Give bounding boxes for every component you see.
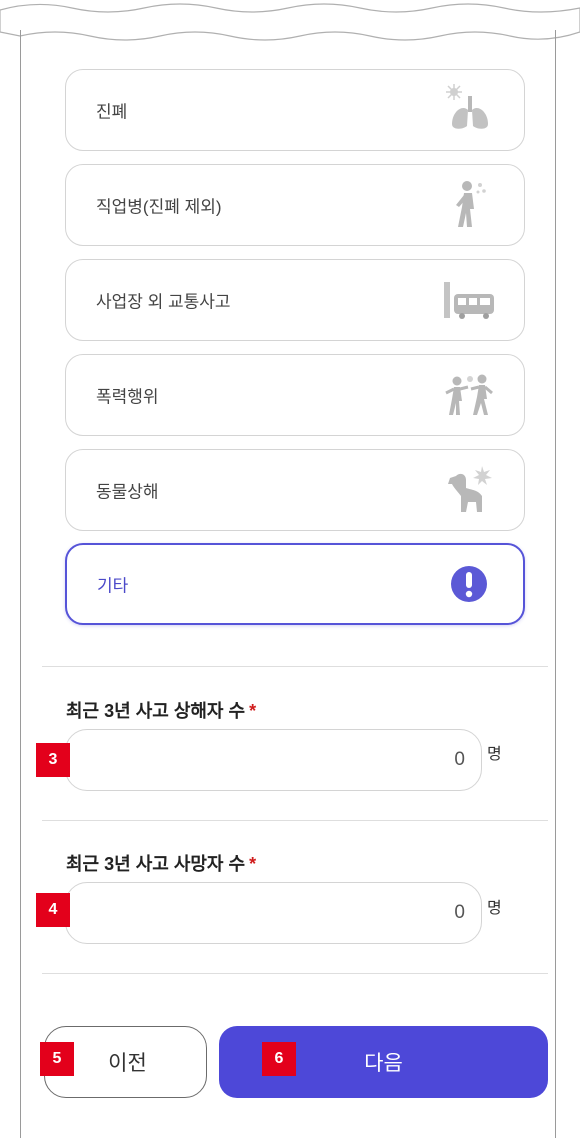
death-count-input[interactable]: 0: [65, 882, 482, 944]
option-label: 폭력행위: [96, 387, 159, 407]
option-card-pneumoconiosis[interactable]: 진폐: [65, 69, 525, 151]
lungs-icon: [446, 84, 488, 129]
input-value: 0: [454, 749, 465, 770]
option-label: 진폐: [96, 102, 128, 122]
option-card-animal-injury[interactable]: 동물상해: [65, 449, 525, 531]
section-divider: [42, 973, 548, 974]
annotation-tag-6: 6: [262, 1042, 296, 1076]
annotation-tag-4: 4: [36, 893, 70, 927]
section-divider: [42, 820, 548, 821]
unit-label: 명: [487, 900, 502, 917]
annotation-tag-5: 5: [40, 1042, 74, 1076]
option-card-other[interactable]: 기타: [65, 543, 525, 625]
exclamation-icon: [451, 566, 487, 602]
option-label: 기타: [97, 576, 129, 596]
option-card-occupational-disease[interactable]: 직업병(진폐 제외): [65, 164, 525, 246]
option-label: 사업장 외 교통사고: [96, 292, 231, 312]
annotation-tag-3: 3: [36, 743, 70, 777]
frame-left-border: [20, 30, 21, 1138]
dog-bite-icon: [448, 466, 492, 512]
option-label: 동물상해: [96, 482, 159, 502]
section-divider: [42, 666, 548, 667]
injured-count-label: 최근 3년 사고 상해자 수 *: [66, 701, 257, 721]
torn-edge: [0, 3, 580, 41]
walking-worker-icon: [456, 181, 486, 227]
option-label: 직업병(진폐 제외): [96, 197, 222, 217]
death-count-label: 최근 3년 사고 사망자 수 *: [66, 854, 257, 874]
injured-count-input[interactable]: 0: [65, 729, 482, 791]
option-card-violence[interactable]: 폭력행위: [65, 354, 525, 436]
input-value: 0: [454, 902, 465, 923]
unit-label: 명: [487, 746, 502, 763]
required-mark: *: [249, 701, 257, 721]
fighting-people-icon: [445, 374, 493, 415]
frame-right-border: [555, 30, 556, 1138]
required-mark: *: [249, 854, 257, 874]
option-card-traffic-accident[interactable]: 사업장 외 교통사고: [65, 259, 525, 341]
bus-icon: [444, 282, 494, 319]
